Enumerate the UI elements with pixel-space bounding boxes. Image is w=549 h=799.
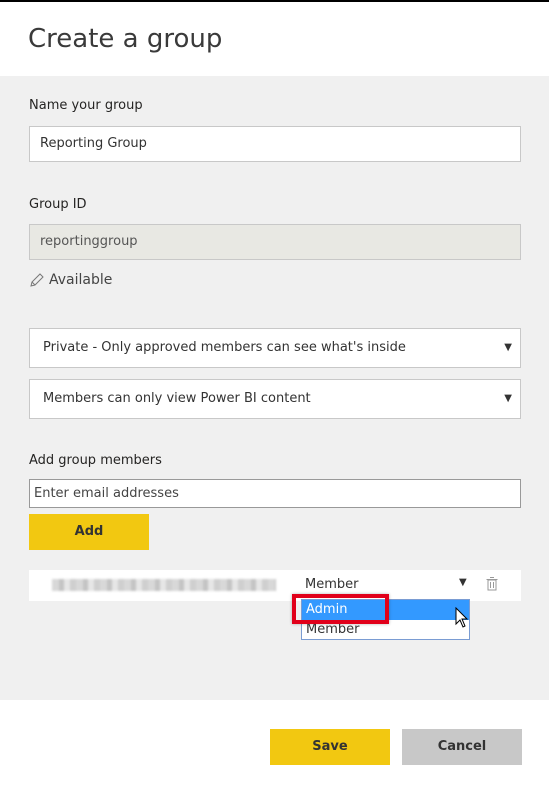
chevron-down-icon[interactable]: ▼ [459, 577, 467, 588]
pencil-icon [30, 273, 44, 287]
add-members-label: Add group members [29, 453, 162, 468]
mouse-cursor-icon [455, 607, 469, 628]
privacy-select-value: Private - Only approved members can see … [43, 340, 406, 355]
group-id-input: reportinggroup [29, 224, 521, 260]
dialog-title: Create a group [28, 24, 223, 54]
member-role-select[interactable]: Member [305, 577, 358, 592]
permission-select[interactable]: Members can only view Power BI content ▼ [29, 379, 521, 419]
group-id-label: Group ID [29, 197, 87, 212]
chevron-down-icon: ▼ [504, 342, 512, 353]
annotation-highlight [292, 594, 389, 624]
group-id-status[interactable]: Available [29, 272, 112, 288]
save-button[interactable]: Save [270, 729, 390, 765]
group-name-input[interactable]: Reporting Group [29, 126, 521, 162]
cancel-button[interactable]: Cancel [402, 729, 522, 765]
trash-icon[interactable] [486, 577, 498, 591]
add-button[interactable]: Add [29, 514, 149, 550]
group-id-status-text: Available [49, 272, 113, 288]
member-row: Member ▼ [29, 570, 521, 601]
email-input[interactable]: Enter email addresses [29, 479, 521, 508]
group-name-label: Name your group [29, 98, 143, 113]
dialog-header: Create a group [0, 2, 549, 76]
privacy-select[interactable]: Private - Only approved members can see … [29, 328, 521, 368]
member-email-redacted [52, 579, 276, 591]
permission-select-value: Members can only view Power BI content [43, 391, 311, 406]
chevron-down-icon: ▼ [504, 393, 512, 404]
